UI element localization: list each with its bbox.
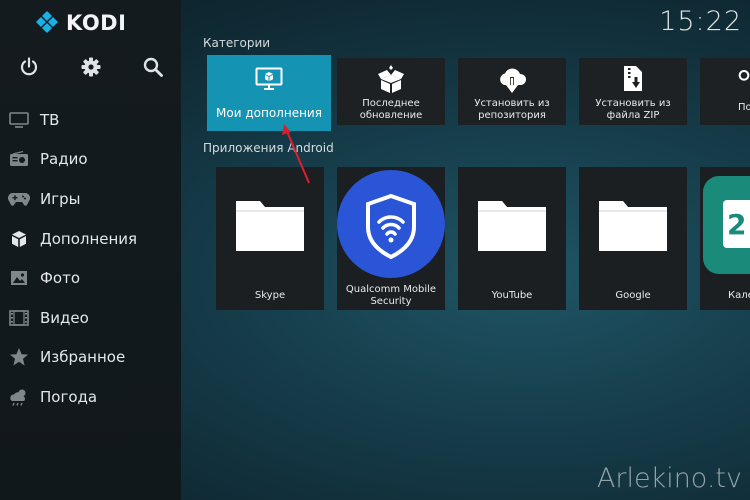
categories-title: Категории (203, 36, 271, 50)
menu-item-tv[interactable]: ТВ (0, 100, 181, 140)
tv-icon (8, 109, 30, 131)
weather-icon (8, 386, 30, 408)
sidebar: KODI ТВ Радио Игры Дополнения Фото Видео… (0, 0, 181, 500)
clock: 15:22 (659, 6, 742, 37)
tile-recent-update[interactable]: Последнее обновление (337, 58, 445, 125)
gear-icon[interactable] (80, 56, 102, 78)
tile-label-search-partial: По (738, 102, 750, 113)
tile-label-my-addons: Мои дополнения (216, 106, 322, 120)
tile-my-addons[interactable]: Мои дополнения (207, 55, 331, 131)
app-label-youtube: YouTube (491, 290, 533, 301)
kodi-logo-icon (36, 11, 58, 33)
monitor-box-icon (207, 67, 331, 91)
android-apps-title: Приложения Android (203, 141, 334, 155)
photo-icon (8, 267, 30, 289)
menu-label-photo: Фото (40, 269, 81, 288)
tile-install-from-repo[interactable]: Установить из репозитория (458, 58, 566, 125)
addons-box-icon (8, 228, 30, 250)
main-menu: ТВ Радио Игры Дополнения Фото Видео Избр… (0, 100, 181, 417)
app-label-skype: Skype (254, 290, 286, 301)
app-name: KODI (66, 11, 127, 35)
app-tile-youtube[interactable]: YouTube (458, 167, 566, 310)
menu-label-video: Видео (40, 308, 89, 327)
menu-label-weather: Погода (40, 387, 98, 406)
kodi-logo[interactable]: KODI (34, 10, 126, 36)
calendar-day: 2 (727, 208, 747, 241)
film-icon (8, 307, 30, 329)
menu-item-radio[interactable]: Радио (0, 140, 181, 180)
cloud-download-icon (458, 66, 566, 94)
menu-item-video[interactable]: Видео (0, 298, 181, 338)
menu-label-favourites: Избранное (40, 348, 126, 367)
menu-item-favourites[interactable]: Избранное (0, 338, 181, 378)
menu-label-tv: ТВ (40, 110, 60, 129)
app-label-calendar-partial: Кале (728, 290, 750, 301)
search-icon[interactable] (142, 56, 164, 78)
app-tile-qualcomm[interactable]: Qualcomm Mobile Security (337, 167, 445, 310)
tile-label-recent-update: Последнее обновление (359, 98, 423, 121)
app-tile-calendar-partial[interactable]: 2 Кале (700, 167, 750, 310)
gamepad-icon (8, 188, 30, 210)
power-icon[interactable] (18, 56, 40, 78)
tile-label-install-from-zip: Установить из файла ZIP (595, 98, 671, 121)
tile-search-partial[interactable]: По (700, 58, 750, 125)
tile-install-from-zip[interactable]: Установить из файла ZIP (579, 58, 687, 125)
menu-label-addons: Дополнения (40, 229, 138, 248)
tile-label-install-from-repo: Установить из репозитория (474, 98, 550, 121)
menu-item-games[interactable]: Игры (0, 179, 181, 219)
app-label-qualcomm: Qualcomm Mobile Security (345, 284, 437, 307)
star-icon (8, 346, 30, 368)
menu-label-games: Игры (40, 189, 81, 208)
folder-icon (236, 201, 304, 251)
sidebar-top-icons (0, 56, 181, 80)
watermark: Arlekino.tv (596, 463, 742, 494)
calendar-icon: 2 (703, 176, 750, 274)
open-box-icon (337, 64, 445, 94)
search-icon (738, 66, 750, 86)
menu-item-addons[interactable]: Дополнения (0, 219, 181, 259)
folder-icon (478, 201, 546, 251)
folder-icon (599, 201, 667, 251)
app-tile-google[interactable]: Google (579, 167, 687, 310)
shield-wifi-icon (337, 170, 445, 278)
zip-file-icon (579, 65, 687, 95)
menu-label-radio: Радио (40, 150, 88, 169)
menu-item-photo[interactable]: Фото (0, 258, 181, 298)
app-label-google: Google (615, 290, 651, 301)
app-tile-skype[interactable]: Skype (216, 167, 324, 310)
radio-icon (8, 148, 30, 170)
menu-item-weather[interactable]: Погода (0, 377, 181, 417)
